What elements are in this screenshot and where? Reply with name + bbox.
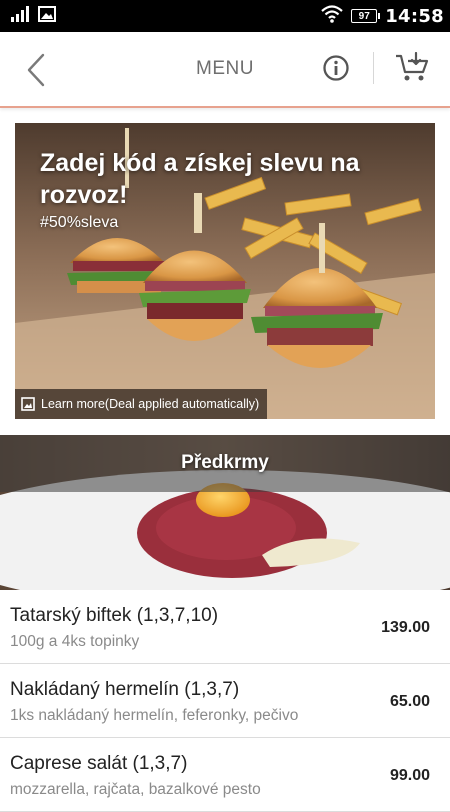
promo-banner[interactable]: Zadej kód a získej slevu na rozvoz! #50%… xyxy=(15,123,435,419)
signal-icon xyxy=(10,5,30,27)
menu-item[interactable]: Nakládaný hermelín (1,3,7) 1ks nakládaný… xyxy=(0,664,450,738)
menu-item[interactable]: Tatarský biftek (1,3,7,10) 100g a 4ks to… xyxy=(0,590,450,664)
info-button[interactable] xyxy=(320,52,352,84)
info-icon xyxy=(323,55,349,81)
image-icon xyxy=(21,397,35,411)
status-bar: 97 14:58 xyxy=(0,0,450,32)
category-header[interactable]: Předkrmy xyxy=(0,435,450,590)
menu-item-price: 99.00 xyxy=(389,767,430,784)
menu-item-name: Caprese salát (1,3,7) xyxy=(10,753,188,774)
wifi-icon xyxy=(321,4,343,28)
app-bar-divider xyxy=(373,52,374,84)
menu-item-description: 100g a 4ks topinky xyxy=(10,633,140,650)
app-bar: MENU xyxy=(0,32,450,108)
category-title: Předkrmy xyxy=(181,452,269,473)
menu-item[interactable]: Caprese salát (1,3,7) mozzarella, rajčat… xyxy=(0,738,450,812)
promo-title: Zadej kód a získej slevu na rozvoz! xyxy=(40,149,360,209)
cart-icon xyxy=(396,52,429,81)
menu-item-description: mozzarella, rajčata, bazalkové pesto xyxy=(10,781,261,798)
battery-level: 97 xyxy=(358,10,370,22)
menu-item-description: 1ks nakládaný hermelín, feferonky, pečiv… xyxy=(10,707,299,724)
cart-button[interactable] xyxy=(392,50,432,86)
promo-footer-text: Learn more(Deal applied automatically) xyxy=(41,397,260,411)
menu-item-price: 139.00 xyxy=(381,619,430,636)
battery-icon: 97 xyxy=(351,9,381,23)
menu-item-name: Tatarský biftek (1,3,7,10) xyxy=(10,605,219,626)
menu-item-name: Nakládaný hermelín (1,3,7) xyxy=(10,679,240,700)
status-right: 97 14:58 xyxy=(321,4,444,28)
status-time: 14:58 xyxy=(385,5,444,27)
image-notification-icon xyxy=(38,5,56,27)
menu-list: Tatarský biftek (1,3,7,10) 100g a 4ks to… xyxy=(0,590,450,812)
promo-learn-more[interactable]: Learn more(Deal applied automatically) xyxy=(15,389,268,419)
page-title: MENU xyxy=(196,58,254,79)
promo-hashtag: #50%sleva xyxy=(40,214,119,231)
menu-item-price: 65.00 xyxy=(389,693,430,710)
status-left xyxy=(10,5,56,27)
